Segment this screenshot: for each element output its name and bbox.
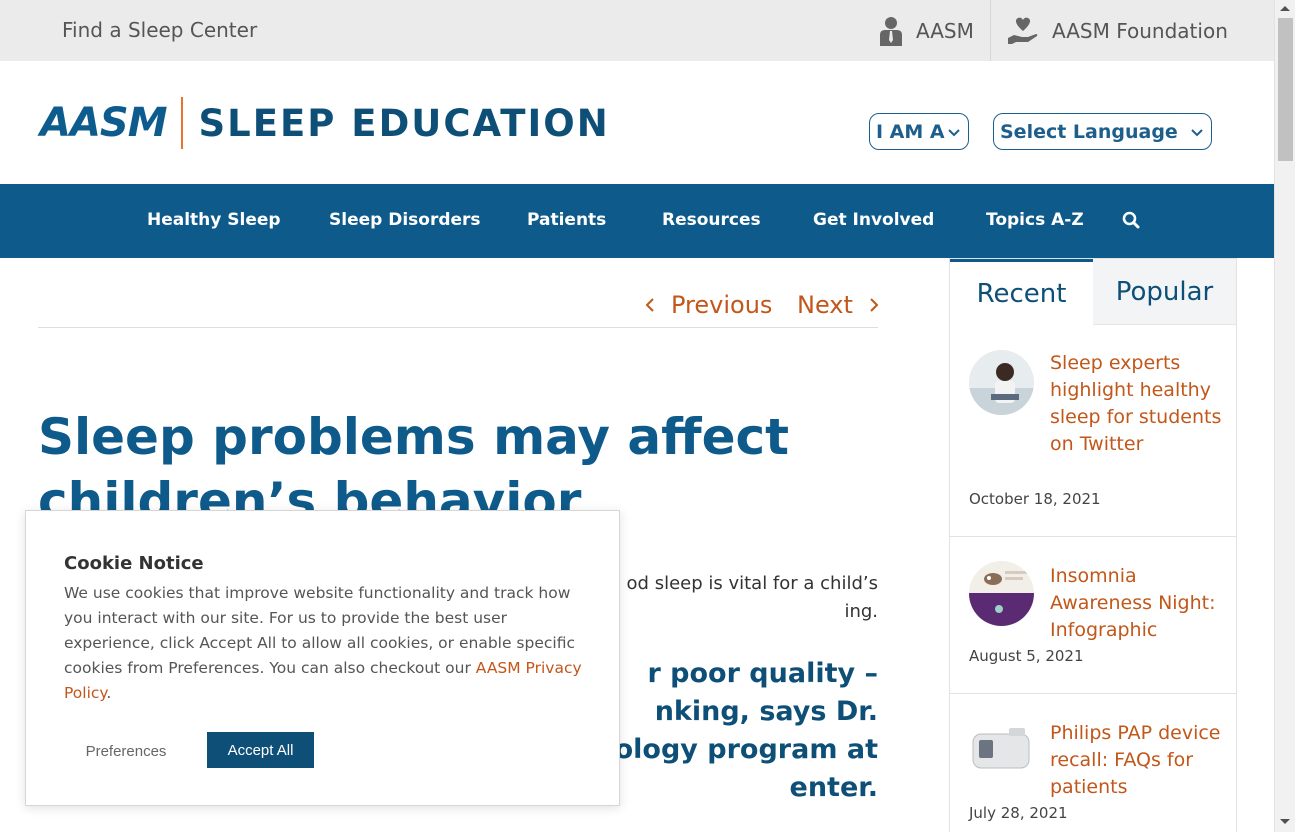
scrollbar-thumb[interactable] — [1278, 18, 1293, 161]
language-label: Select Language — [1000, 120, 1178, 143]
divider — [38, 327, 878, 328]
site-header: AASM SLEEP EDUCATION I AM A Select Langu… — [0, 61, 1274, 184]
previous-label: Previous — [671, 291, 773, 319]
post-thumbnail[interactable] — [969, 350, 1034, 415]
divider — [990, 0, 991, 61]
tab-recent[interactable]: Recent — [950, 259, 1093, 325]
utility-bar: Find a Sleep Center AASM AASM Foundation — [0, 0, 1274, 61]
post-thumbnail[interactable] — [969, 561, 1034, 626]
cookie-period: . — [106, 684, 112, 702]
i-am-a-select[interactable]: I AM A — [869, 113, 969, 150]
page: Find a Sleep Center AASM AASM Foundation… — [0, 0, 1295, 832]
list-item[interactable]: Sleep experts highlight healthy sleep fo… — [950, 325, 1236, 537]
i-am-a-label: I AM A — [876, 120, 945, 143]
cookie-text: We use cookies that improve website func… — [64, 581, 584, 706]
sidebar: Recent Popular Sleep experts highlight h… — [949, 258, 1237, 832]
scroll-up-icon[interactable] — [1280, 6, 1290, 11]
post-date: August 5, 2021 — [969, 647, 1084, 665]
logo-mark: AASM — [40, 100, 168, 146]
cookie-heading: Cookie Notice — [64, 553, 204, 574]
chevron-right-icon — [869, 291, 879, 319]
post-title[interactable]: Insomnia Awareness Night: Infographic — [1050, 563, 1225, 644]
cookie-notice: Cookie Notice We use cookies that improv… — [25, 510, 620, 806]
post-thumbnail[interactable] — [969, 718, 1034, 783]
chevron-down-icon — [948, 121, 960, 143]
preferences-button[interactable]: Preferences — [71, 733, 181, 769]
nav-topics-a-z[interactable]: Topics A-Z — [986, 210, 1084, 230]
page-scrollbar[interactable] — [1274, 0, 1295, 832]
nav-healthy-sleep[interactable]: Healthy Sleep — [147, 210, 281, 230]
search-icon[interactable] — [1122, 211, 1140, 233]
post-date: July 28, 2021 — [969, 804, 1068, 822]
previous-link[interactable]: Previous — [645, 291, 772, 319]
logo-text: SLEEP EDUCATION — [198, 101, 610, 145]
aasm-link[interactable]: AASM — [878, 13, 974, 49]
main-nav: Healthy Sleep Sleep Disorders Patients R… — [0, 184, 1274, 258]
language-select[interactable]: Select Language — [993, 113, 1212, 150]
post-title[interactable]: Sleep experts highlight healthy sleep fo… — [1050, 350, 1225, 458]
chevron-down-icon — [1191, 121, 1203, 143]
next-label: Next — [797, 291, 853, 319]
site-logo[interactable]: AASM SLEEP EDUCATION — [40, 95, 610, 151]
heart-hand-icon — [1006, 16, 1040, 46]
accept-all-button[interactable]: Accept All — [207, 732, 314, 768]
article-title-line: Sleep problems may affect — [38, 408, 790, 466]
nav-sleep-disorders[interactable]: Sleep Disorders — [329, 210, 481, 230]
nav-get-involved[interactable]: Get Involved — [813, 210, 934, 230]
tab-popular[interactable]: Popular — [1093, 259, 1236, 325]
next-link[interactable]: Next — [797, 291, 879, 319]
scroll-down-icon[interactable] — [1280, 819, 1290, 824]
aasm-link-label: AASM — [916, 19, 974, 43]
post-title[interactable]: Philips PAP device recall: FAQs for pati… — [1050, 720, 1225, 801]
chevron-left-icon — [645, 291, 655, 319]
find-sleep-center-link[interactable]: Find a Sleep Center — [62, 18, 257, 42]
aasm-foundation-label: AASM Foundation — [1052, 19, 1228, 43]
list-item[interactable]: Philips PAP device recall: FAQs for pati… — [950, 694, 1236, 832]
nav-resources[interactable]: Resources — [662, 210, 761, 230]
post-date: October 18, 2021 — [969, 490, 1101, 508]
nav-patients[interactable]: Patients — [527, 210, 606, 230]
logo-divider — [180, 97, 183, 149]
aasm-foundation-link[interactable]: AASM Foundation — [1006, 13, 1228, 49]
person-icon — [878, 16, 904, 46]
list-item[interactable]: Insomnia Awareness Night: Infographic Au… — [950, 537, 1236, 694]
